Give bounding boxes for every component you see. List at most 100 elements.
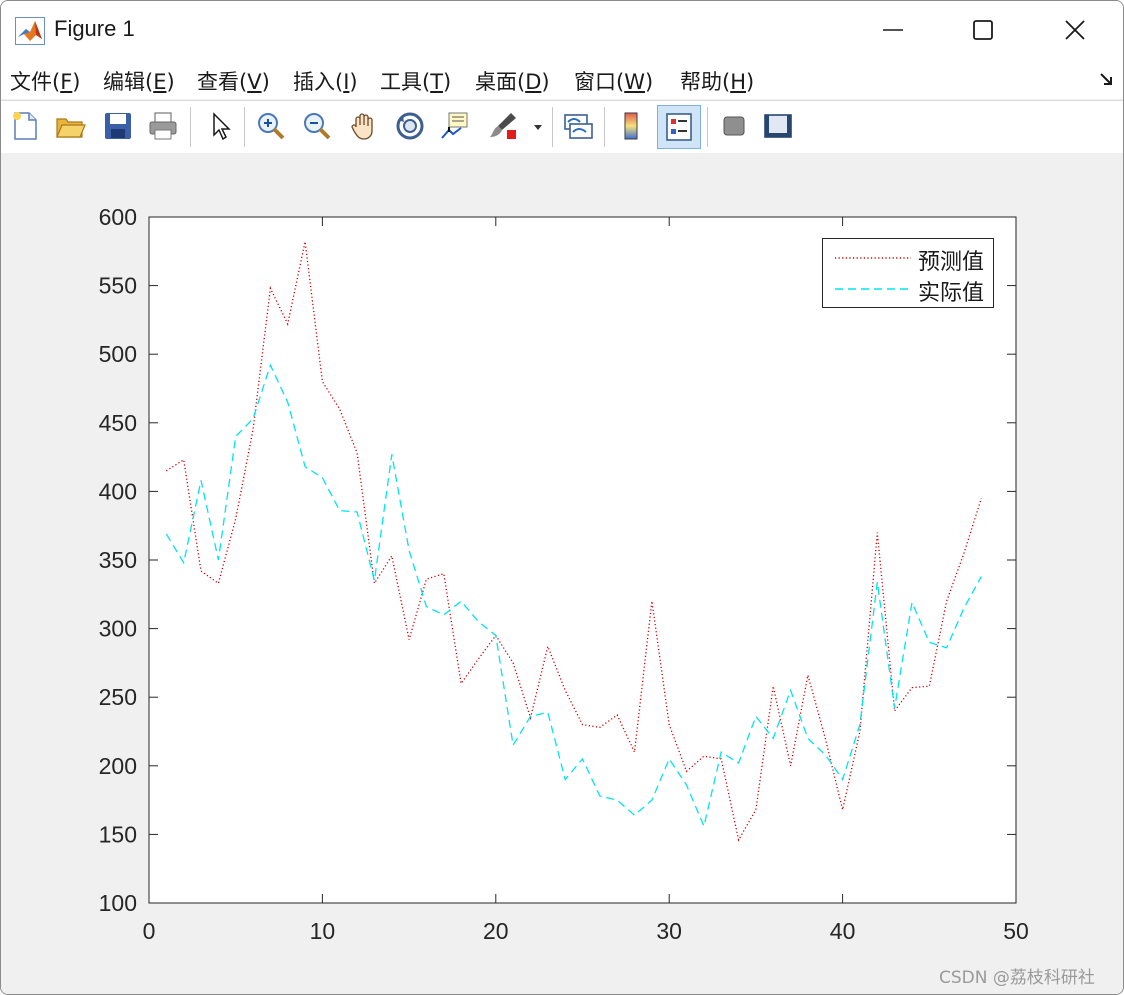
minimize-icon bbox=[883, 29, 903, 31]
y-tick-label: 300 bbox=[99, 616, 137, 642]
menu-file[interactable]: 文件(F) bbox=[10, 66, 81, 96]
menu-window-close: ) bbox=[644, 70, 654, 94]
menu-view[interactable]: 查看(V) bbox=[197, 66, 270, 96]
link-plot-button[interactable] bbox=[560, 107, 596, 145]
zoom-in-icon bbox=[258, 113, 285, 140]
menu-file-mnemonic: F bbox=[60, 70, 73, 94]
hide-plot-tools-button[interactable] bbox=[716, 107, 752, 145]
menu-tools-mnemonic: T bbox=[430, 70, 444, 94]
y-tick-label: 250 bbox=[99, 684, 137, 710]
hide-plot-tools-icon bbox=[723, 116, 745, 136]
figure-window: Figure 1 文件(F) 编辑(E) 查看(V) 插入(I) 工具(T) 桌… bbox=[0, 0, 1124, 995]
show-plot-tools-button[interactable] bbox=[760, 107, 796, 145]
menu-file-label: 文件( bbox=[10, 70, 61, 94]
menu-desktop[interactable]: 桌面(D) bbox=[475, 66, 550, 96]
x-tick-label: 50 bbox=[1003, 918, 1029, 944]
menu-edit-label: 编辑( bbox=[103, 70, 154, 94]
menu-tools-label: 工具( bbox=[380, 70, 431, 94]
menu-insert-close: ) bbox=[349, 70, 358, 94]
open-file-icon bbox=[56, 118, 86, 138]
menu-edit-mnemonic: E bbox=[153, 70, 167, 94]
legend-swatch-predicted bbox=[835, 257, 911, 259]
save-button[interactable] bbox=[100, 107, 136, 145]
toolbar-separator bbox=[244, 107, 245, 147]
menu-help[interactable]: 帮助(H) bbox=[680, 66, 754, 96]
menu-edit[interactable]: 编辑(E) bbox=[103, 66, 175, 96]
colorbar-button[interactable] bbox=[613, 107, 649, 145]
y-tick-label: 500 bbox=[99, 341, 137, 367]
save-icon bbox=[105, 113, 131, 139]
link-plot-icon bbox=[564, 114, 593, 139]
legend-icon bbox=[666, 113, 692, 141]
pan-button[interactable] bbox=[346, 107, 382, 145]
edit-plot-button[interactable] bbox=[201, 107, 237, 145]
y-tick-label: 400 bbox=[99, 478, 137, 504]
menu-bar: 文件(F) 编辑(E) 查看(V) 插入(I) 工具(T) 桌面(D) 窗口(W… bbox=[1, 61, 1123, 99]
title-bar: Figure 1 bbox=[1, 1, 1123, 61]
print-icon bbox=[149, 112, 177, 140]
menu-window-mnemonic: W bbox=[624, 70, 645, 94]
y-tick-label: 100 bbox=[99, 890, 137, 916]
y-tick-label: 600 bbox=[99, 204, 137, 230]
open-file-button[interactable] bbox=[52, 107, 88, 145]
rotate-3d-button[interactable] bbox=[392, 107, 428, 145]
y-tick-label: 150 bbox=[99, 821, 137, 847]
x-tick-label: 0 bbox=[143, 918, 156, 944]
dock-arrow-icon[interactable] bbox=[1098, 70, 1116, 88]
new-figure-button[interactable] bbox=[7, 107, 43, 145]
legend[interactable]: 预测值 实际值 bbox=[822, 238, 994, 308]
zoom-out-icon bbox=[304, 113, 331, 140]
legend-button[interactable] bbox=[657, 105, 701, 149]
menu-window[interactable]: 窗口(W) bbox=[574, 66, 653, 96]
legend-swatch-actual bbox=[835, 288, 911, 290]
edit-plot-pointer-icon bbox=[213, 112, 231, 141]
menu-help-close: ) bbox=[746, 70, 755, 94]
y-tick-label: 350 bbox=[99, 547, 137, 573]
show-plot-tools-icon bbox=[764, 114, 792, 138]
new-figure-icon bbox=[13, 112, 37, 140]
zoom-out-button[interactable] bbox=[299, 107, 335, 145]
brush-dropdown-button[interactable] bbox=[531, 119, 545, 133]
y-tick-label: 200 bbox=[99, 753, 137, 779]
toolbar-separator bbox=[190, 107, 191, 147]
rotate-3d-icon bbox=[396, 112, 424, 140]
watermark: CSDN @荔枝科研社 bbox=[939, 968, 1095, 988]
menu-help-mnemonic: H bbox=[730, 70, 746, 94]
y-tick-label: 450 bbox=[99, 410, 137, 436]
minimize-button[interactable] bbox=[853, 1, 933, 59]
matlab-icon bbox=[15, 17, 45, 45]
maximize-button[interactable] bbox=[943, 1, 1023, 59]
legend-label-predicted: 预测值 bbox=[918, 250, 985, 275]
x-tick-label: 30 bbox=[656, 918, 682, 944]
figure-toolbar bbox=[1, 100, 1123, 154]
legend-item-actual: 实际值 bbox=[833, 274, 993, 306]
chevron-down-icon bbox=[534, 125, 542, 130]
menu-help-label: 帮助( bbox=[680, 70, 731, 94]
data-cursor-button[interactable] bbox=[437, 107, 473, 145]
legend-item-predicted: 预测值 bbox=[833, 243, 993, 275]
axes-background bbox=[149, 217, 1016, 903]
x-tick-label: 10 bbox=[310, 918, 336, 944]
brush-icon bbox=[490, 113, 516, 139]
close-button[interactable] bbox=[1035, 1, 1115, 59]
toolbar-separator bbox=[707, 107, 708, 147]
close-icon bbox=[1065, 20, 1085, 40]
pan-hand-icon bbox=[351, 113, 373, 140]
window-title: Figure 1 bbox=[54, 16, 135, 41]
brush-button[interactable] bbox=[485, 107, 521, 145]
menu-file-close: ) bbox=[72, 70, 81, 94]
menu-desktop-mnemonic: D bbox=[525, 70, 542, 94]
menu-desktop-label: 桌面( bbox=[475, 70, 526, 94]
print-button[interactable] bbox=[145, 107, 181, 145]
menu-tools-close: ) bbox=[443, 70, 452, 94]
menu-insert[interactable]: 插入(I) bbox=[293, 66, 358, 96]
menu-tools[interactable]: 工具(T) bbox=[380, 66, 451, 96]
figure-canvas: 100 150 200 250 300 350 400 450 500 550 600 0 10 20 3… bbox=[1, 153, 1123, 994]
menu-view-label: 查看( bbox=[197, 70, 248, 94]
x-tick-label: 40 bbox=[830, 918, 856, 944]
colorbar-icon bbox=[624, 112, 638, 140]
menu-insert-label: 插入( bbox=[293, 70, 344, 94]
menu-window-label: 窗口( bbox=[574, 70, 625, 94]
menu-view-mnemonic: V bbox=[247, 70, 262, 94]
zoom-in-button[interactable] bbox=[253, 107, 289, 145]
